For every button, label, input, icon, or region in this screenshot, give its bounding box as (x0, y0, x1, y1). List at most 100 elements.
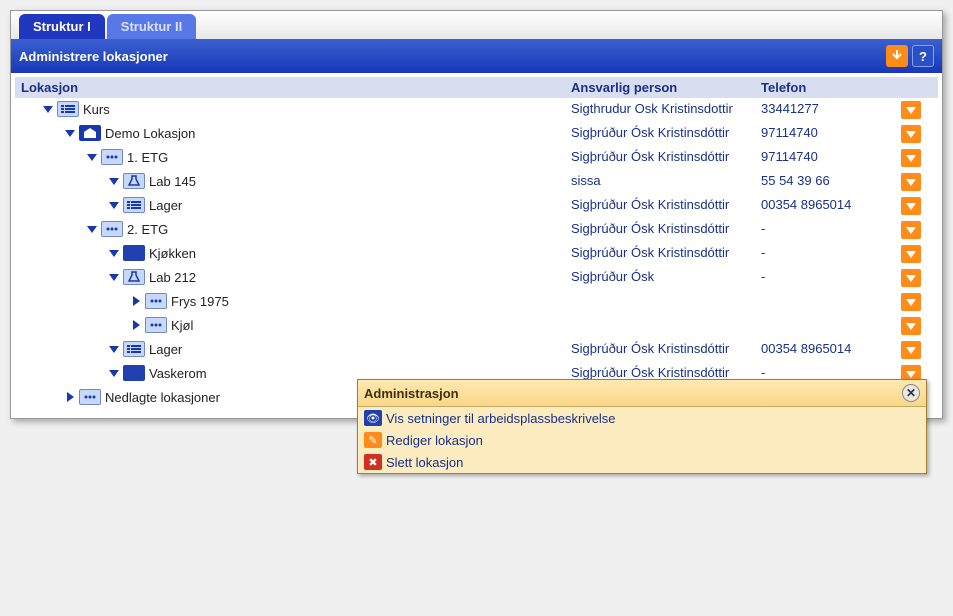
dots-icon (79, 389, 101, 405)
house-icon (79, 125, 101, 141)
col-ansvarlig: Ansvarlig person (565, 77, 755, 98)
phone-cell: 97114740 (755, 146, 895, 167)
location-label[interactable]: Kurs (83, 102, 110, 117)
row-menu-button[interactable] (901, 197, 921, 215)
row-menu-button[interactable] (901, 173, 921, 191)
tab-struktur-2[interactable]: Struktur II (107, 14, 196, 39)
context-menu-item-label: Rediger lokasjon (386, 433, 483, 448)
context-menu-header: Administrasjon ✕ (358, 380, 926, 407)
panel-title: Administrere lokasjoner (19, 49, 168, 64)
context-menu-item-label: Vis setninger til arbeidsplassbeskrivels… (386, 411, 616, 426)
disclosure-down-icon[interactable] (107, 270, 121, 284)
row-menu-button[interactable] (901, 245, 921, 263)
phone-cell (755, 314, 895, 320)
person-cell (565, 290, 755, 296)
context-menu: Administrasjon ✕ 👁 Vis setninger til arbe… (357, 379, 927, 474)
location-label[interactable]: Lager (149, 198, 182, 213)
location-label[interactable]: Lab 145 (149, 174, 196, 189)
table-row: Kjøkken Sigþrúður Ósk Kristinsdóttir- (15, 242, 938, 266)
table-row: 1. ETG Sigþrúður Ósk Kristinsdóttir971147… (15, 146, 938, 170)
person-cell: sissa (565, 170, 755, 191)
list-icon (123, 341, 145, 357)
phone-cell: 33441277 (755, 98, 895, 119)
row-menu-button[interactable] (901, 221, 921, 239)
context-menu-title: Administrasjon (364, 386, 459, 401)
location-label[interactable]: Vaskerom (149, 366, 207, 381)
table-row: Demo LokasjonSigþrúður Ósk Kristinsdótti… (15, 122, 938, 146)
row-menu-button[interactable] (901, 341, 921, 359)
table-row: Kjøl (15, 314, 938, 338)
help-icon[interactable]: ? (912, 45, 934, 67)
phone-cell: 00354 8965014 (755, 338, 895, 359)
phone-cell: - (755, 218, 895, 239)
context-menu-item-label: Slett lokasjon (386, 455, 463, 470)
row-menu-button[interactable] (901, 293, 921, 311)
location-label[interactable]: Frys 1975 (171, 294, 229, 309)
rect-icon (123, 245, 145, 261)
tab-bar: Struktur I Struktur II (11, 11, 942, 39)
disclosure-down-icon[interactable] (107, 366, 121, 380)
location-label[interactable]: Lab 212 (149, 270, 196, 285)
row-menu-button[interactable] (901, 269, 921, 287)
table-row: Lager Sigþrúður Ósk Kristinsdóttir00354 8… (15, 194, 938, 218)
download-icon[interactable] (886, 45, 908, 67)
location-label[interactable]: Nedlagte lokasjoner (105, 390, 220, 405)
flask-icon (123, 269, 145, 285)
context-menu-item[interactable]: ✖ Slett lokasjon (358, 451, 926, 473)
list-icon (57, 101, 79, 117)
table-row: Frys 1975 (15, 290, 938, 314)
location-label[interactable]: Kjøkken (149, 246, 196, 261)
context-menu-item[interactable]: ✎Rediger lokasjon (358, 429, 926, 451)
disclosure-down-icon[interactable] (85, 150, 99, 164)
table-row: KursSigthrudur Osk Kristinsdottir3344127… (15, 98, 938, 122)
disclosure-down-icon[interactable] (107, 174, 121, 188)
table-body: KursSigthrudur Osk Kristinsdottir3344127… (15, 98, 938, 410)
phone-cell: - (755, 242, 895, 263)
location-label[interactable]: Demo Lokasjon (105, 126, 195, 141)
person-cell: Sigþrúður Ósk Kristinsdóttir (565, 194, 755, 215)
eye-icon: 👁 (364, 410, 382, 426)
list-icon (123, 197, 145, 213)
table-header: Lokasjon Ansvarlig person Telefon (15, 77, 938, 98)
person-cell: Sigþrúður Ósk Kristinsdóttir (565, 338, 755, 359)
row-menu-button[interactable] (901, 101, 921, 119)
person-cell: Sigþrúður Ósk Kristinsdóttir (565, 242, 755, 263)
phone-cell: - (755, 266, 895, 287)
location-label[interactable]: 1. ETG (127, 150, 168, 165)
row-menu-button[interactable] (901, 149, 921, 167)
rect-icon (123, 365, 145, 381)
person-cell: Sigþrúður Ósk Kristinsdóttir (565, 218, 755, 239)
dots-icon (145, 317, 167, 333)
disclosure-right-icon[interactable] (129, 318, 143, 332)
dots-icon (101, 221, 123, 237)
location-label[interactable]: Kjøl (171, 318, 193, 333)
dots-icon (101, 149, 123, 165)
disclosure-down-icon[interactable] (85, 222, 99, 236)
disclosure-down-icon[interactable] (107, 198, 121, 212)
location-label[interactable]: Lager (149, 342, 182, 357)
close-icon[interactable]: ✕ (902, 384, 920, 402)
context-menu-item[interactable]: 👁 Vis setninger til arbeidsplassbeskrivel… (358, 407, 926, 429)
disclosure-down-icon[interactable] (63, 126, 77, 140)
row-menu-button[interactable] (901, 125, 921, 143)
table-row: Lager Sigþrúður Ósk Kristinsdóttir00354 8… (15, 338, 938, 362)
table-row: Lab 212 Sigþrúður Ósk- (15, 266, 938, 290)
phone-cell: 55 54 39 66 (755, 170, 895, 191)
col-telefon: Telefon (755, 77, 895, 98)
disclosure-right-icon[interactable] (129, 294, 143, 308)
disclosure-down-icon[interactable] (107, 246, 121, 260)
person-cell: Sigþrúður Ósk (565, 266, 755, 287)
phone-cell: 97114740 (755, 122, 895, 143)
person-cell: Sigþrúður Ósk Kristinsdóttir (565, 146, 755, 167)
phone-cell: 00354 8965014 (755, 194, 895, 215)
row-menu-button[interactable] (901, 317, 921, 335)
tab-struktur-1[interactable]: Struktur I (19, 14, 105, 39)
table-row: Lab 145 sissa55 54 39 66 (15, 170, 938, 194)
disclosure-right-icon[interactable] (63, 390, 77, 404)
del-icon: ✖ (364, 454, 382, 470)
disclosure-down-icon[interactable] (107, 342, 121, 356)
person-cell (565, 314, 755, 320)
dots-icon (145, 293, 167, 309)
disclosure-down-icon[interactable] (41, 102, 55, 116)
location-label[interactable]: 2. ETG (127, 222, 168, 237)
